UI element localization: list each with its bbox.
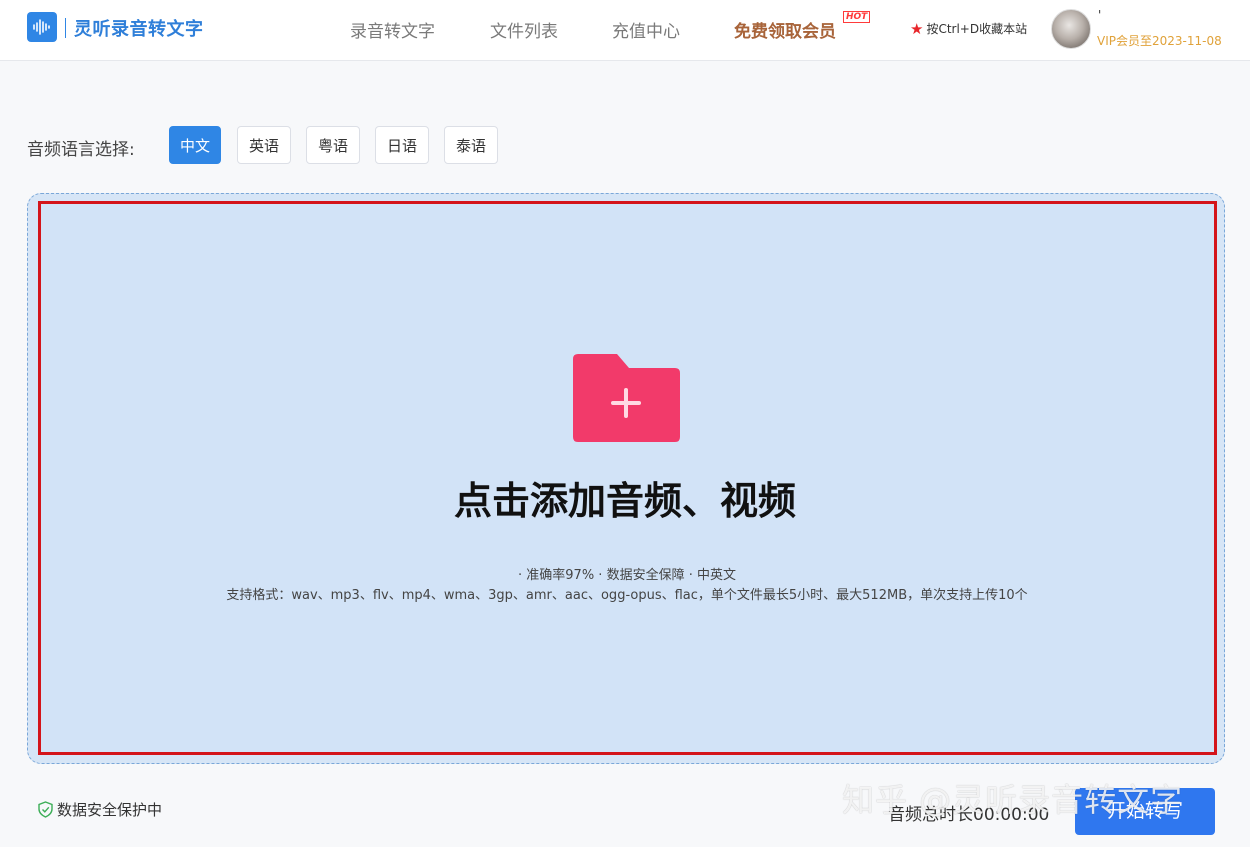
bookmark-text: 按Ctrl+D收藏本站 (926, 22, 1028, 36)
shield-check-icon (38, 801, 53, 822)
nav-record-to-text[interactable]: 录音转文字 (350, 17, 435, 42)
soundwave-logo-icon[interactable] (27, 12, 57, 42)
supported-formats: 支持格式：wav、mp3、flv、mp4、wma、3gp、amr、aac、ogg… (226, 588, 1028, 603)
nav-free-membership[interactable]: 免费领取会员 (734, 17, 836, 42)
bookmark-hint: ★ 按Ctrl+D收藏本站 (910, 20, 1027, 38)
lang-option-cantonese[interactable]: 粤语 (306, 126, 360, 164)
lang-option-japanese[interactable]: 日语 (375, 126, 429, 164)
lang-option-english[interactable]: 英语 (237, 126, 291, 164)
brand-name[interactable]: 灵听录音转文字 (74, 15, 204, 41)
user-avatar[interactable] (1051, 9, 1091, 49)
username[interactable]: ' (1098, 8, 1101, 22)
upload-title[interactable]: 点击添加音频、视频 (0, 470, 1250, 525)
vip-expiry-text: VIP会员至2023-11-08 (1097, 34, 1222, 48)
language-select-label: 音频语言选择: (27, 140, 135, 160)
upload-features: · 准确率97% · 数据安全保障 · 中英文 (518, 568, 736, 583)
data-security-status: 数据安全保护中 (38, 799, 162, 822)
nav-file-list[interactable]: 文件列表 (490, 17, 558, 42)
logo-divider (65, 18, 66, 38)
star-icon: ★ (910, 20, 924, 38)
top-header: 灵听录音转文字 录音转文字 文件列表 充值中心 免费领取会员 HOT ★ 按Ctr… (0, 0, 1250, 61)
data-security-text: 数据安全保护中 (57, 801, 163, 819)
nav-recharge-center[interactable]: 充值中心 (612, 17, 680, 42)
lang-option-thai[interactable]: 泰语 (444, 126, 498, 164)
hot-badge: HOT (843, 11, 871, 23)
folder-add-icon[interactable] (573, 354, 680, 442)
lang-option-chinese[interactable]: 中文 (169, 126, 221, 164)
zhihu-watermark: 知乎 @灵听录音转文字 (842, 781, 1184, 819)
